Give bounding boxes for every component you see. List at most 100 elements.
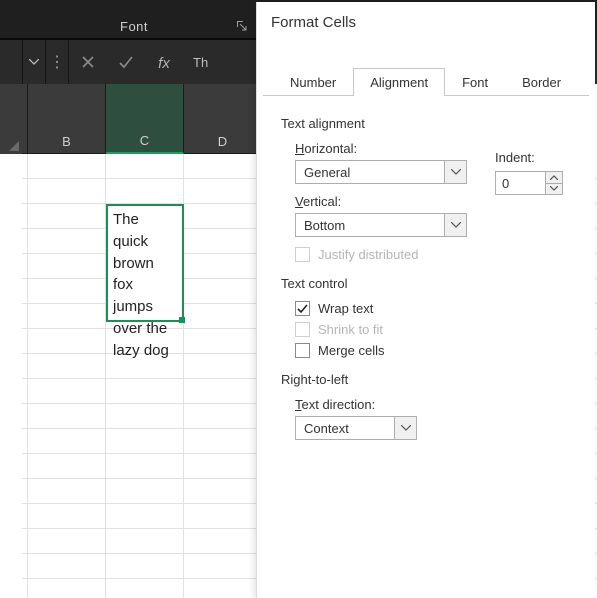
- tab-alignment[interactable]: Alignment: [353, 68, 445, 96]
- cell[interactable]: [184, 179, 262, 204]
- cell[interactable]: [28, 579, 106, 598]
- cell[interactable]: [28, 304, 106, 329]
- text-direction-value[interactable]: Context: [295, 416, 395, 440]
- cell[interactable]: [184, 254, 262, 279]
- justify-distributed-row: Justify distributed: [295, 247, 579, 262]
- cell[interactable]: [184, 229, 262, 254]
- indent-spinner[interactable]: [495, 171, 577, 195]
- cell[interactable]: [184, 204, 262, 229]
- cell[interactable]: [106, 179, 184, 204]
- cell[interactable]: [184, 554, 262, 579]
- tab-number[interactable]: Number: [273, 68, 353, 96]
- section-rtl: Right-to-left: [281, 372, 579, 387]
- indent-label: Indent:: [495, 150, 577, 165]
- chevron-down-icon[interactable]: [395, 416, 417, 440]
- shrink-to-fit-checkbox: [295, 322, 310, 337]
- text-direction-label: Text direction:: [295, 397, 579, 412]
- cell[interactable]: [184, 529, 262, 554]
- cell[interactable]: [28, 254, 106, 279]
- cell[interactable]: [184, 404, 262, 429]
- cell[interactable]: [28, 404, 106, 429]
- dialog-tabbar: Number Alignment Font Border: [263, 68, 589, 96]
- cell[interactable]: [106, 379, 184, 404]
- alignment-form: Text alignment Horizontal: General Verti…: [257, 96, 595, 440]
- cell[interactable]: [184, 154, 262, 179]
- cell[interactable]: [28, 279, 106, 304]
- column-head-b[interactable]: B: [28, 84, 106, 154]
- column-head-d[interactable]: D: [184, 84, 262, 154]
- vertical-value[interactable]: Bottom: [295, 213, 445, 237]
- cell[interactable]: [106, 454, 184, 479]
- cell[interactable]: [28, 529, 106, 554]
- spinner-down-icon[interactable]: [545, 184, 563, 196]
- cell[interactable]: [106, 529, 184, 554]
- wrap-text-row[interactable]: Wrap text: [295, 301, 579, 316]
- cell[interactable]: [28, 354, 106, 379]
- cell[interactable]: [184, 379, 262, 404]
- cell[interactable]: [28, 504, 106, 529]
- cell[interactable]: [28, 554, 106, 579]
- cell[interactable]: [184, 579, 262, 598]
- ribbon-group-label: Font: [120, 19, 148, 34]
- tab-font[interactable]: Font: [445, 68, 505, 96]
- indent-block: Indent:: [495, 150, 577, 195]
- cell[interactable]: [28, 179, 106, 204]
- tab-border[interactable]: Border: [505, 68, 578, 96]
- cell[interactable]: [184, 429, 262, 454]
- name-box[interactable]: [0, 40, 23, 84]
- cell[interactable]: [106, 479, 184, 504]
- section-text-control: Text control: [281, 276, 579, 291]
- name-box-dropdown[interactable]: [23, 40, 46, 84]
- cell[interactable]: [184, 504, 262, 529]
- selected-cell[interactable]: The quick brown fox jumps over the lazy …: [106, 204, 184, 322]
- cell[interactable]: [28, 429, 106, 454]
- cancel-icon[interactable]: [69, 40, 107, 84]
- cell[interactable]: [28, 379, 106, 404]
- horizontal-value[interactable]: General: [295, 160, 445, 184]
- cell[interactable]: [184, 454, 262, 479]
- wrap-text-checkbox[interactable]: [295, 301, 310, 316]
- cell[interactable]: [184, 354, 262, 379]
- merge-cells-checkbox[interactable]: [295, 343, 310, 358]
- wrap-text-label: Wrap text: [318, 301, 373, 316]
- cell[interactable]: [106, 554, 184, 579]
- chevron-down-icon[interactable]: [445, 160, 467, 184]
- vertical-label: Vertical:: [295, 194, 579, 209]
- indent-input[interactable]: [495, 171, 545, 195]
- cell[interactable]: [184, 329, 262, 354]
- dialog-launcher-icon[interactable]: [236, 20, 248, 32]
- cell[interactable]: [28, 229, 106, 254]
- column-head-c[interactable]: C: [106, 84, 184, 154]
- cell[interactable]: [184, 479, 262, 504]
- format-cells-dialog: Format Cells Number Alignment Font Borde…: [256, 2, 595, 598]
- spinner-up-icon[interactable]: [545, 171, 563, 184]
- cell[interactable]: [28, 204, 106, 229]
- select-all-corner[interactable]: [0, 84, 23, 155]
- merge-cells-row[interactable]: Merge cells: [295, 343, 579, 358]
- shrink-to-fit-row: Shrink to fit: [295, 322, 579, 337]
- toolbar-overflow[interactable]: ⋮: [46, 40, 69, 84]
- enter-icon[interactable]: [107, 40, 145, 84]
- section-text-alignment: Text alignment: [281, 116, 579, 131]
- dialog-title: Format Cells: [257, 2, 595, 42]
- cell[interactable]: [28, 154, 106, 179]
- chevron-down-icon[interactable]: [445, 213, 467, 237]
- cell[interactable]: [184, 304, 262, 329]
- cell[interactable]: [106, 504, 184, 529]
- vertical-combo[interactable]: Bottom: [295, 213, 579, 237]
- cell[interactable]: [184, 279, 262, 304]
- cell[interactable]: [106, 404, 184, 429]
- justify-distributed-label: Justify distributed: [318, 247, 418, 262]
- insert-function-icon[interactable]: fx: [145, 40, 183, 84]
- shrink-to-fit-label: Shrink to fit: [318, 322, 383, 337]
- cell[interactable]: [106, 154, 184, 179]
- cell[interactable]: [106, 429, 184, 454]
- cell[interactable]: [28, 479, 106, 504]
- justify-distributed-checkbox: [295, 247, 310, 262]
- fill-handle[interactable]: [179, 317, 185, 323]
- cell[interactable]: [28, 454, 106, 479]
- row-gutter: [0, 154, 22, 598]
- cell[interactable]: [106, 579, 184, 598]
- text-direction-combo[interactable]: Context: [295, 416, 579, 440]
- cell[interactable]: [28, 329, 106, 354]
